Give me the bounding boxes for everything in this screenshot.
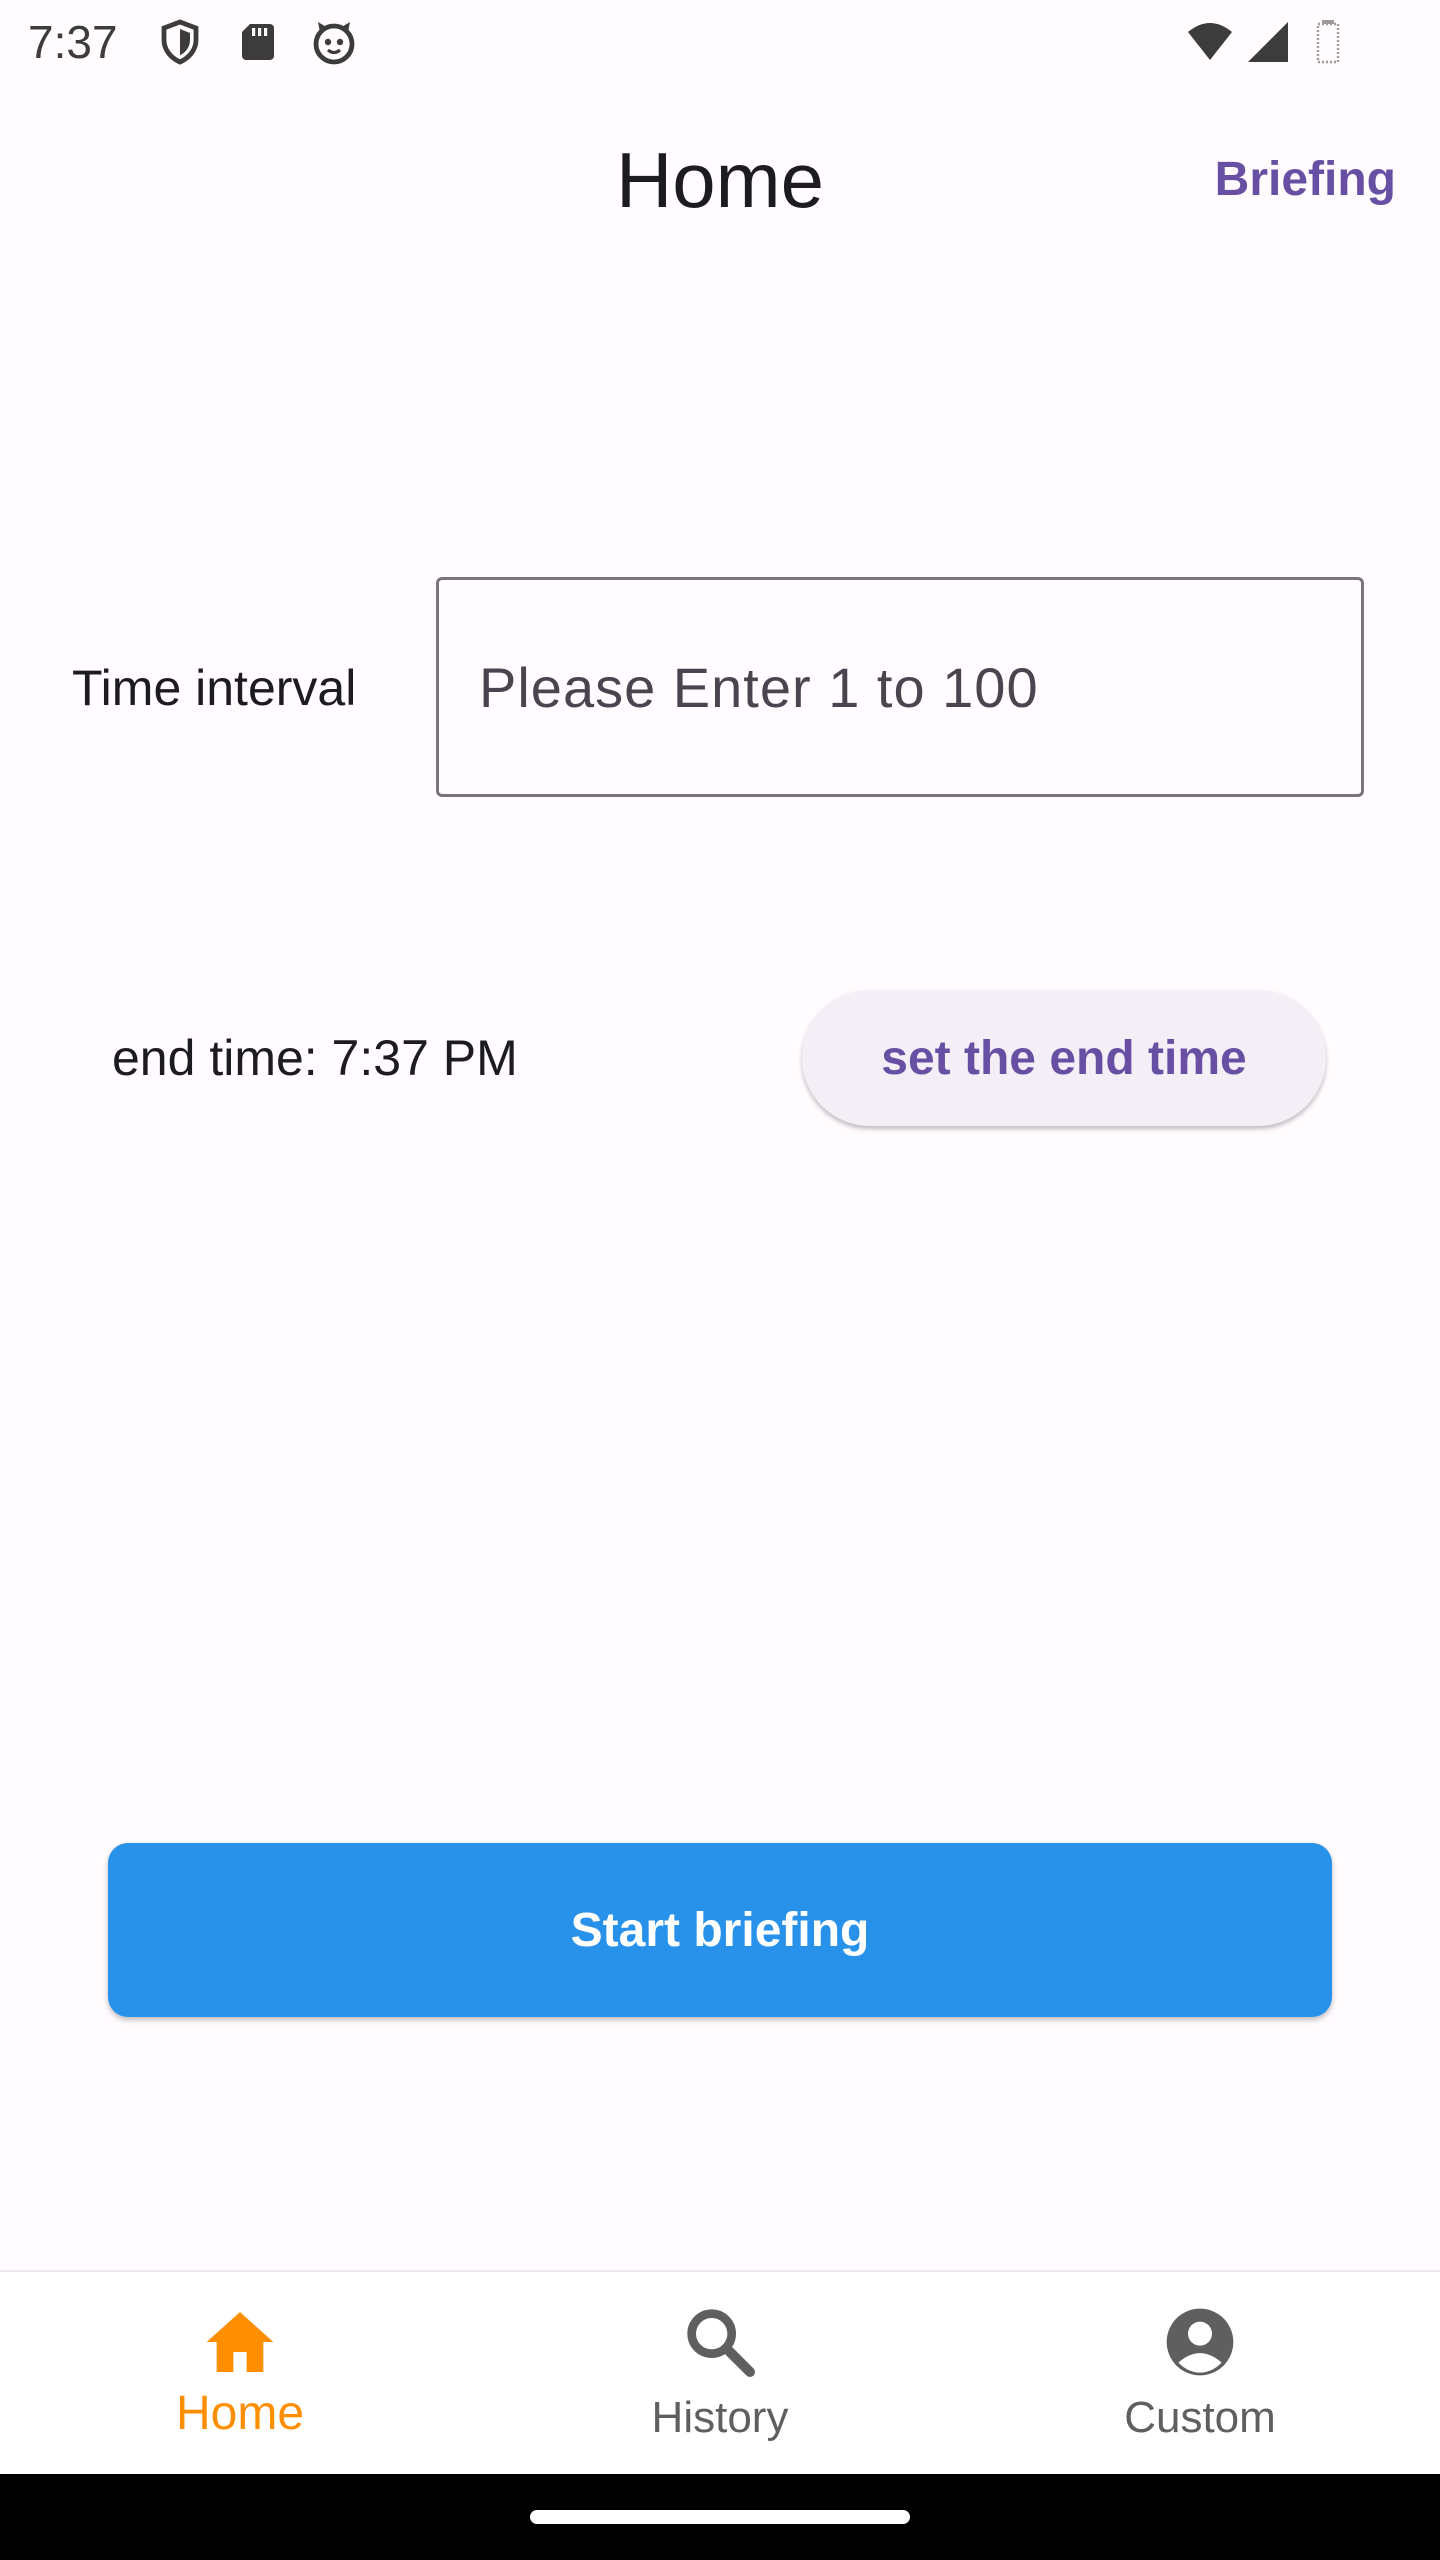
battery-icon bbox=[1304, 18, 1352, 66]
status-time: 7:37 bbox=[28, 16, 118, 68]
set-end-time-button[interactable]: set the end time bbox=[802, 990, 1326, 1126]
home-icon bbox=[200, 2302, 280, 2382]
account-icon bbox=[1160, 2302, 1240, 2382]
nav-label-custom: Custom bbox=[1124, 2393, 1276, 2442]
nav-item-custom[interactable]: Custom bbox=[960, 2272, 1440, 2476]
shield-icon bbox=[156, 18, 204, 66]
status-bar: 7:37 bbox=[0, 0, 1440, 84]
sd-card-icon bbox=[234, 18, 282, 66]
face-icon bbox=[310, 18, 358, 66]
signal-icon bbox=[1244, 18, 1292, 66]
search-icon bbox=[680, 2302, 760, 2382]
time-interval-label: Time interval bbox=[72, 660, 357, 716]
nav-item-home[interactable]: Home bbox=[0, 2272, 480, 2476]
briefing-action-button[interactable]: Briefing bbox=[1215, 148, 1396, 212]
nav-label-history: History bbox=[651, 2393, 789, 2442]
wifi-icon bbox=[1186, 18, 1234, 66]
end-time-label: end time: 7:37 PM bbox=[112, 1030, 518, 1086]
bottom-navigation: Home History Custom bbox=[0, 2270, 1440, 2476]
home-gesture-handle[interactable] bbox=[530, 2510, 910, 2524]
nav-label-home: Home bbox=[175, 2387, 305, 2440]
time-interval-field[interactable] bbox=[436, 577, 1364, 797]
time-interval-input[interactable] bbox=[439, 580, 1361, 794]
nav-item-history[interactable]: History bbox=[480, 2272, 960, 2476]
start-briefing-button[interactable]: Start briefing bbox=[108, 1843, 1332, 2017]
